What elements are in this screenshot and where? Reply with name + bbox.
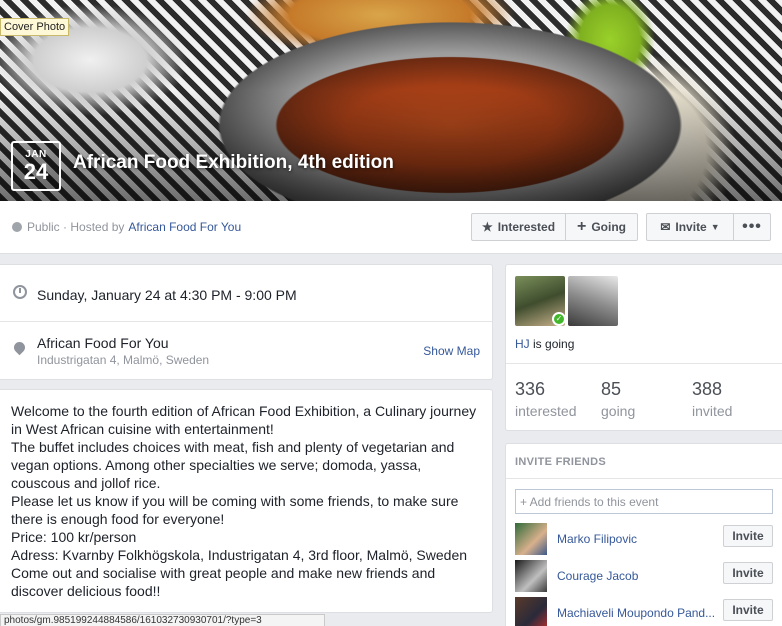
invite-friends-heading: INVITE FRIENDS [515, 456, 606, 468]
interested-button[interactable]: ★ Interested [471, 213, 566, 241]
friend-invite-button[interactable]: Invite [723, 562, 773, 584]
envelope-icon: ✉ [660, 220, 671, 234]
cover-photo-tooltip: Cover Photo [0, 18, 70, 36]
stat-invited[interactable]: 388 invited [692, 379, 732, 419]
event-date-badge: JAN 24 [11, 141, 61, 191]
add-friends-input[interactable]: + Add friends to this event [515, 489, 773, 514]
friend-avatar[interactable] [515, 560, 547, 592]
event-details-card: Sunday, January 24 at 4:30 PM - 9:00 PM … [0, 264, 493, 380]
stat-number: 85 [601, 379, 622, 399]
invite-friends-card: INVITE FRIENDS + Add friends to this eve… [505, 443, 782, 626]
going-summary: HJ is going [515, 337, 574, 351]
divider [506, 363, 782, 364]
event-location-row: African Food For You Industrigatan 4, Ma… [0, 322, 492, 379]
invite-button[interactable]: ✉ Invite ▼ [646, 213, 734, 241]
more-options-button[interactable]: ••• [733, 213, 771, 241]
star-icon: ★ [481, 220, 493, 234]
going-suffix: is going [533, 337, 575, 351]
friend-row: Courage Jacob Invite [515, 560, 780, 592]
friend-row: Machiaveli Moupondo Pand... Invite [515, 597, 780, 626]
stat-label: invited [692, 403, 733, 419]
interested-label: Interested [497, 220, 556, 234]
privacy-text: Public · Hosted by [27, 220, 125, 234]
stat-label: interested [515, 403, 577, 419]
map-pin-icon [11, 339, 28, 356]
guests-card: ✓ HJ is going 336 interested 85 going 38… [505, 264, 782, 431]
friend-invite-button[interactable]: Invite [723, 525, 773, 547]
friend-name[interactable]: Courage Jacob [557, 569, 722, 583]
divider [506, 478, 782, 479]
plus-icon: + [576, 218, 587, 235]
privacy-host-line: Public · Hosted by African Food For You [12, 220, 241, 234]
browser-status-url: photos/gm.985199244884586/16103273093070… [0, 614, 325, 626]
location-name[interactable]: African Food For You [37, 335, 169, 351]
host-link[interactable]: African Food For You [128, 220, 241, 234]
clock-icon [13, 285, 27, 299]
stat-interested[interactable]: 336 interested [515, 379, 576, 419]
event-action-bar: Public · Hosted by African Food For You … [0, 201, 782, 254]
event-description-card: Welcome to the fourth edition of African… [0, 389, 493, 613]
stat-number: 336 [515, 379, 546, 399]
event-description: Welcome to the fourth edition of African… [11, 403, 477, 599]
show-map-link[interactable]: Show Map [423, 344, 480, 358]
guest-avatar[interactable] [568, 276, 618, 326]
location-address: Industrigatan 4, Malmö, Sweden [37, 353, 210, 367]
friend-avatar[interactable] [515, 597, 547, 626]
stat-label: going [601, 403, 636, 419]
invite-label: Invite [675, 220, 707, 234]
going-friend-link[interactable]: HJ [515, 337, 530, 351]
friend-avatar[interactable] [515, 523, 547, 555]
friend-name[interactable]: Machiaveli Moupondo Pand... [557, 606, 722, 620]
check-icon: ✓ [552, 312, 566, 326]
event-time-row: Sunday, January 24 at 4:30 PM - 9:00 PM [0, 265, 492, 322]
event-title: African Food Exhibition, 4th edition [73, 152, 394, 173]
stat-going[interactable]: 85 going [601, 379, 635, 419]
stat-number: 388 [692, 379, 723, 399]
globe-icon [12, 222, 22, 232]
going-label: Going [591, 220, 626, 234]
friend-name[interactable]: Marko Filipovic [557, 532, 722, 546]
date-day: 24 [23, 159, 49, 184]
going-button[interactable]: + Going [565, 213, 638, 241]
friend-row: Marko Filipovic Invite [515, 523, 780, 555]
friend-invite-button[interactable]: Invite [723, 599, 773, 621]
chevron-down-icon: ▼ [710, 222, 720, 232]
event-time: Sunday, January 24 at 4:30 PM - 9:00 PM [37, 287, 297, 303]
